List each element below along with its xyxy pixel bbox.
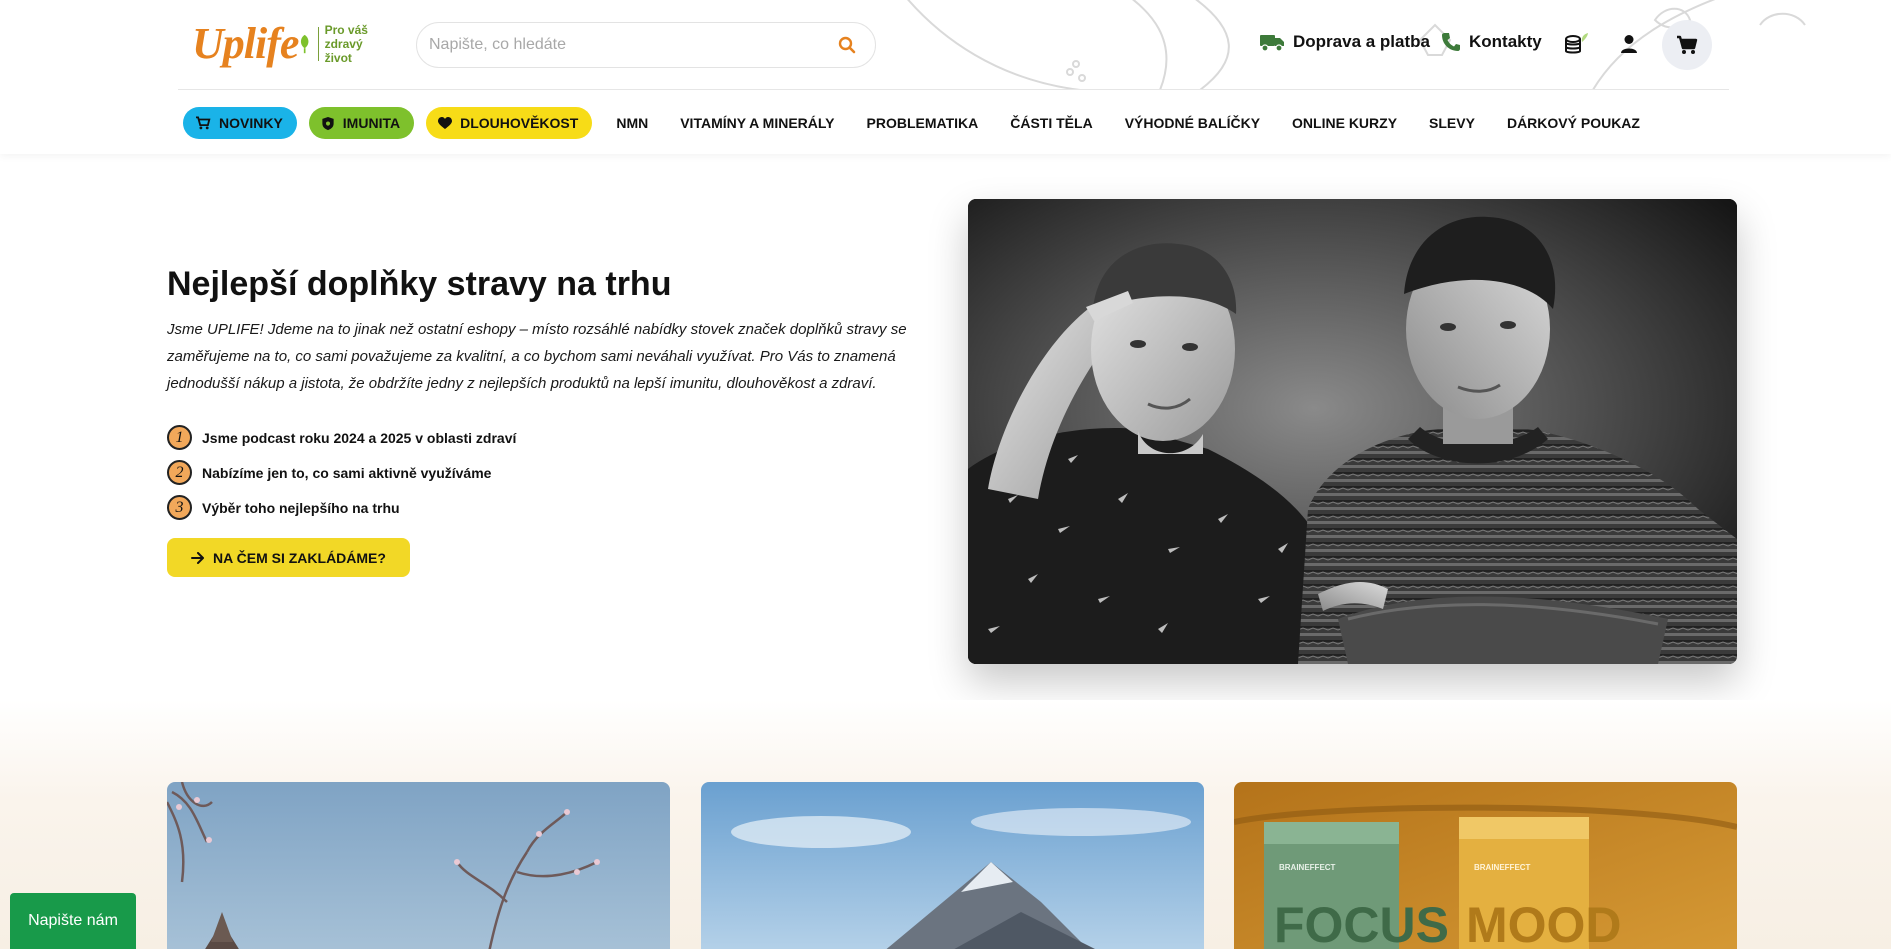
nav-item-slevy[interactable]: SLEVY [1429, 115, 1475, 131]
loyalty-coins-button[interactable] [1562, 30, 1590, 58]
arrow-right-icon [191, 551, 205, 564]
search-input[interactable] [429, 36, 833, 54]
user-icon [1621, 35, 1637, 53]
nav-pill-dlouhovekost[interactable]: DLOUHOVĚKOST [426, 107, 593, 139]
main-nav: NOVINKY IMUNITA DLOUHOVĚKOST NMN VITAMÍN… [183, 107, 1660, 139]
feature-card-mountain[interactable] [701, 782, 1204, 949]
leaf-icon [301, 34, 309, 54]
bullet-number: 2 [167, 460, 192, 485]
logo-tagline-line1: Pro váš [324, 23, 368, 37]
hero-bullets: 1 Jsme podcast roku 2024 a 2025 v oblast… [167, 420, 516, 525]
phone-icon [1442, 33, 1460, 51]
chat-button[interactable]: Napište nám [10, 893, 136, 949]
cart-icon [196, 116, 211, 130]
nav-pill-label: NOVINKY [219, 115, 283, 131]
shield-icon [322, 116, 334, 130]
feature-card-spring[interactable] [167, 782, 670, 949]
hero-text: Jsme UPLIFE! Jdeme na to jinak než ostat… [167, 321, 907, 392]
product-mood-label: MOOD [1466, 897, 1622, 949]
bullet-number: 1 [167, 425, 192, 450]
hero-cta-button[interactable]: NA ČEM SI ZAKLÁDÁME? [167, 538, 410, 577]
hero-photo [968, 199, 1737, 664]
logo-separator [317, 27, 319, 61]
bullet-number: 3 [167, 495, 192, 520]
header-divider [178, 89, 1729, 90]
nav-item-casti-tela[interactable]: ČÁSTI TĚLA [1010, 115, 1092, 131]
feature-card-products[interactable]: BRAINEFFECT FOCUS BRAINEFFECT MOOD [1234, 782, 1737, 949]
search-icon [838, 36, 856, 54]
cart-button[interactable] [1662, 20, 1712, 70]
product-brand-label: BRAINEFFECT [1474, 863, 1531, 872]
nav-item-poukaz[interactable]: DÁRKOVÝ POUKAZ [1507, 115, 1640, 131]
bullet-text: Jsme podcast roku 2024 a 2025 v oblasti … [202, 429, 517, 446]
heart-icon [438, 116, 453, 129]
contacts-link[interactable]: Kontakty [1441, 32, 1542, 52]
hero-title: Nejlepší doplňky stravy na trhu [167, 265, 672, 303]
truck-icon [1260, 35, 1284, 52]
account-button[interactable] [1615, 30, 1643, 58]
products-image: BRAINEFFECT FOCUS BRAINEFFECT MOOD [1234, 782, 1737, 949]
logo-tagline-line2: zdravý život [324, 37, 363, 65]
nav-item-nmn[interactable]: NMN [616, 115, 648, 131]
search-box [416, 22, 876, 68]
mountain-image [701, 782, 1204, 949]
logo-wordmark: Uplife [192, 19, 299, 68]
nav-pill-novinky[interactable]: NOVINKY [183, 107, 297, 139]
site-header: Uplife Pro váš zdravý život Doprava a pl… [0, 0, 1891, 154]
hero-bullet: 1 Jsme podcast roku 2024 a 2025 v oblast… [167, 420, 516, 455]
bullet-text: Výběr toho nejlepšího na trhu [202, 499, 400, 516]
nav-pill-label: DLOUHOVĚKOST [460, 115, 579, 131]
hero-bullet: 2 Nabízíme jen to, co sami aktivně využí… [167, 455, 516, 490]
cart-icon [1677, 35, 1698, 54]
logo[interactable]: Uplife Pro váš zdravý život [192, 18, 382, 70]
coins-icon [1565, 33, 1588, 54]
shipping-label: Doprava a platba [1293, 32, 1430, 51]
bullet-text: Nabízíme jen to, co sami aktivně využívá… [202, 464, 492, 481]
product-focus-label: FOCUS [1274, 897, 1449, 949]
search-button[interactable] [833, 31, 861, 59]
spring-tree-image [167, 782, 670, 949]
hero-bullet: 3 Výběr toho nejlepšího na trhu [167, 490, 516, 525]
logo-tagline: Pro váš zdravý život [325, 23, 382, 65]
contacts-label: Kontakty [1469, 32, 1542, 51]
nav-pill-imunita[interactable]: IMUNITA [308, 107, 415, 139]
founders-photo [968, 199, 1737, 664]
nav-item-problematika[interactable]: PROBLEMATIKA [867, 115, 979, 131]
nav-pill-label: IMUNITA [342, 115, 401, 131]
nav-item-balicky[interactable]: VÝHODNÉ BALÍČKY [1125, 115, 1260, 131]
cta-label: NA ČEM SI ZAKLÁDÁME? [213, 549, 386, 566]
product-brand-label: BRAINEFFECT [1279, 863, 1336, 872]
nav-item-vitaminy[interactable]: VITAMÍNY A MINERÁLY [680, 115, 834, 131]
nav-item-kurzy[interactable]: ONLINE KURZY [1292, 115, 1397, 131]
shipping-link[interactable]: Doprava a platba [1259, 32, 1430, 52]
